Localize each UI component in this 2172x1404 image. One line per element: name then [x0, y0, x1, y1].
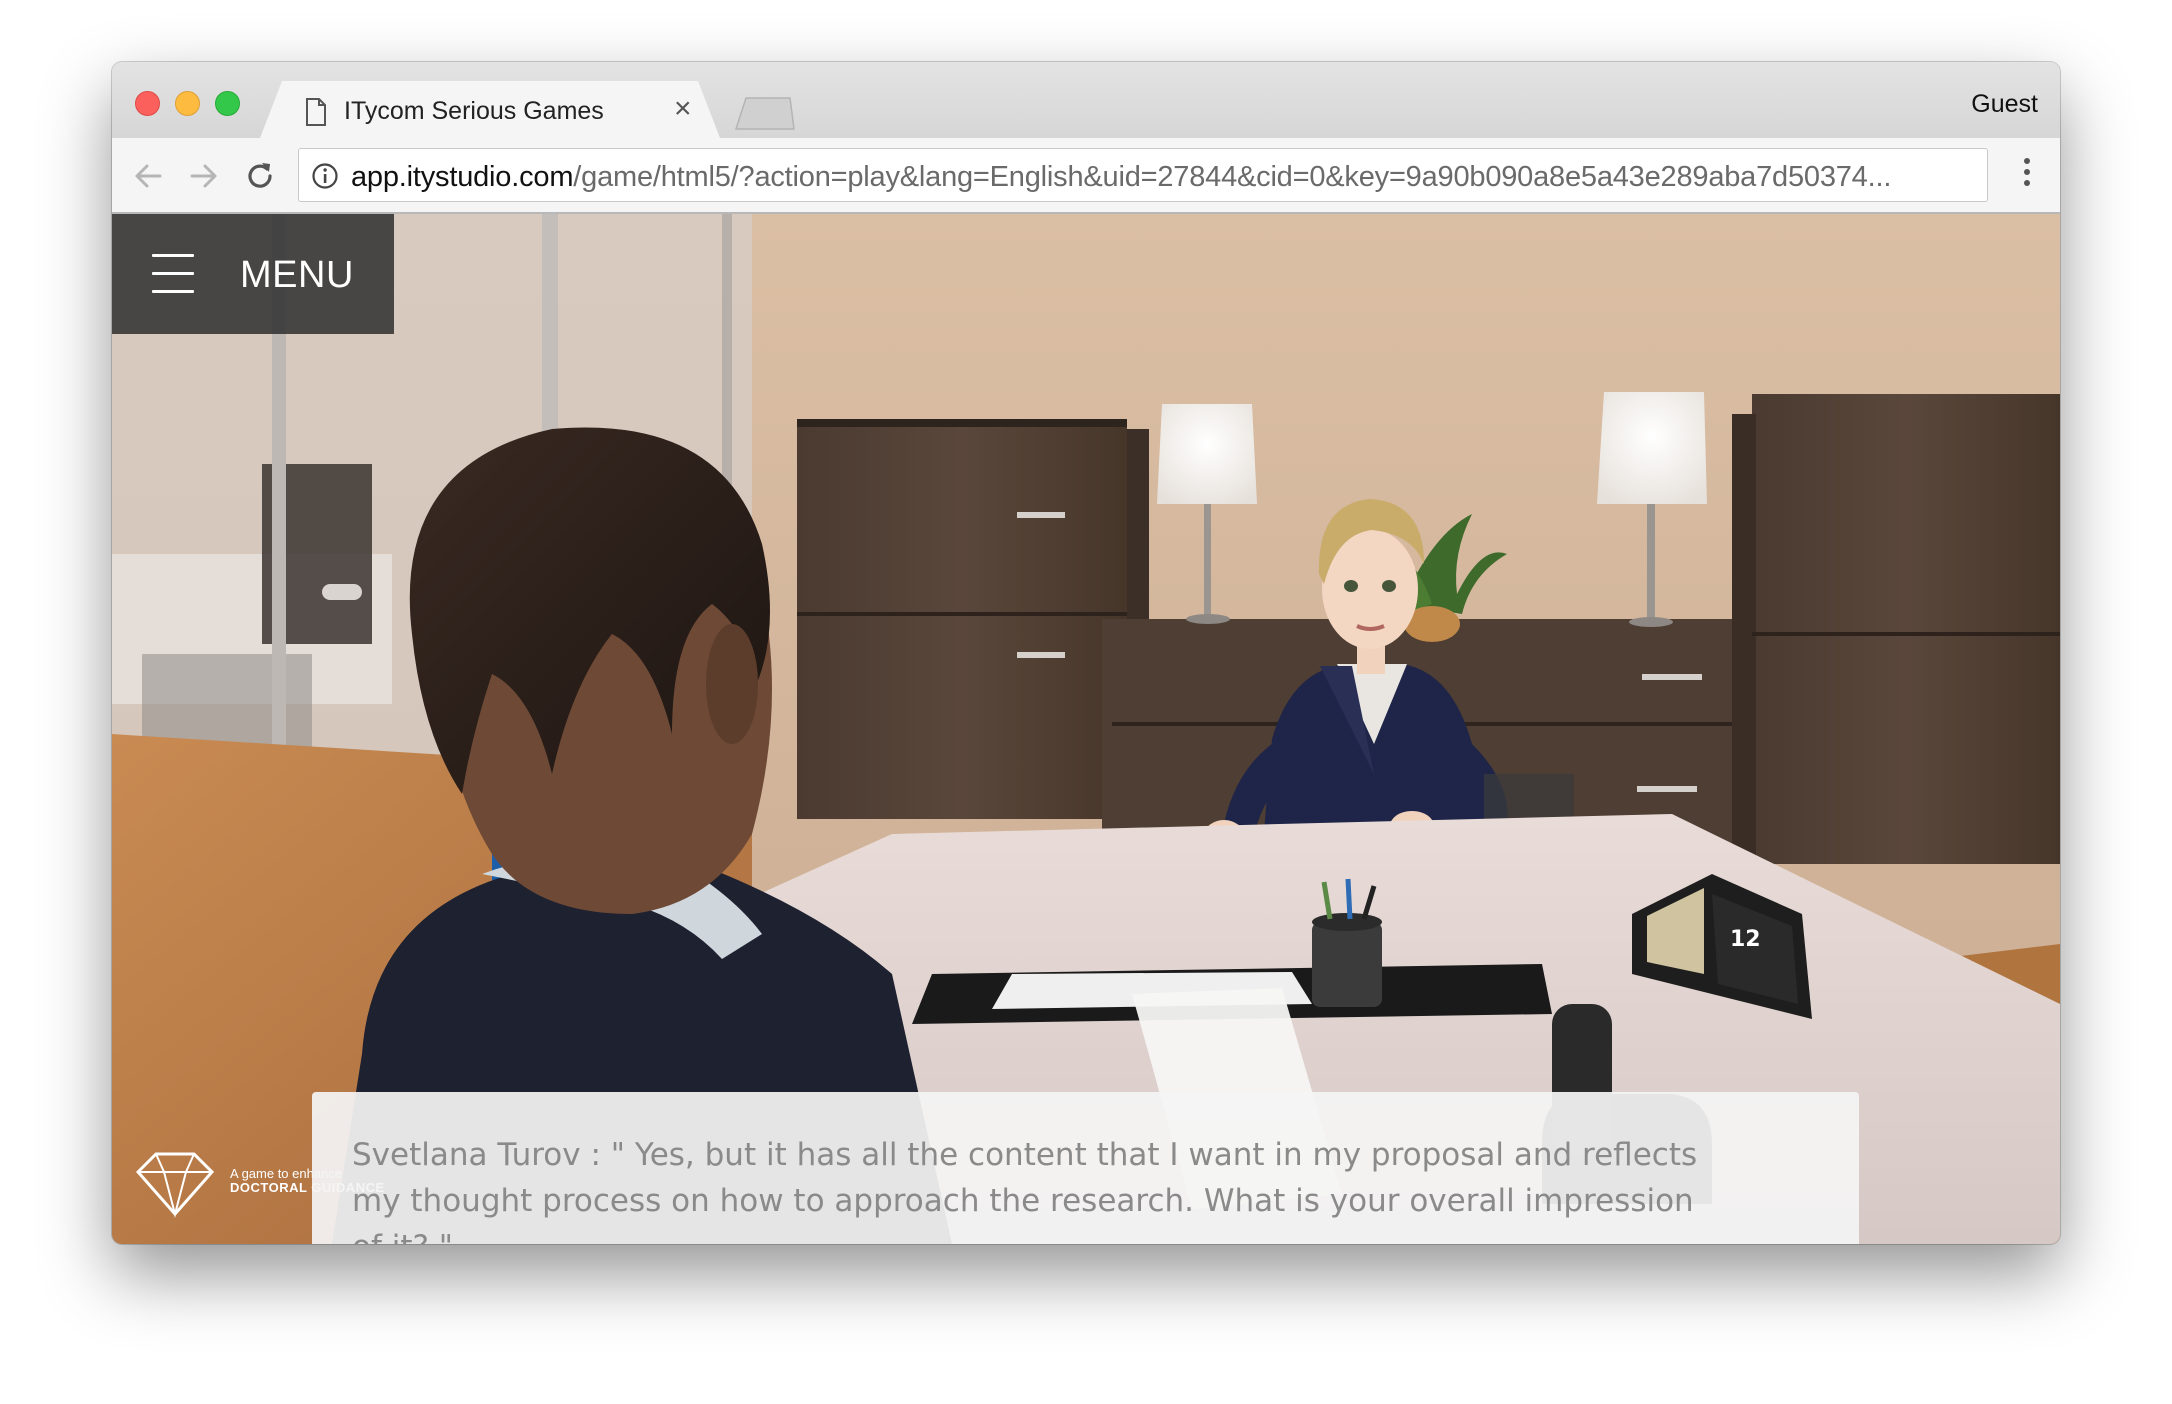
game-viewport[interactable]: 12 MENU A game to enhance DOCTORAL GUIDA… — [112, 214, 2060, 1244]
dialogue-text: Svetlana Turov : " Yes, but it has all t… — [352, 1137, 1698, 1244]
document-icon — [306, 98, 326, 126]
office-scene-image: 12 — [112, 214, 2060, 1244]
browser-menu-icon[interactable] — [2022, 158, 2032, 194]
profile-label[interactable]: Guest — [1971, 90, 2038, 119]
new-tab-button[interactable] — [732, 96, 796, 130]
close-window-button[interactable] — [135, 91, 160, 116]
browser-toolbar: app.itystudio.com/game/html5/?action=pla… — [112, 138, 2060, 214]
url-host: app.itystudio.com — [351, 161, 574, 193]
back-arrow-icon[interactable] — [130, 158, 166, 194]
zoom-window-button[interactable] — [215, 91, 240, 116]
tab-strip: ITycom Serious Games × Guest — [112, 62, 2060, 138]
dialogue-box[interactable]: Svetlana Turov : " Yes, but it has all t… — [312, 1092, 1859, 1244]
reload-icon[interactable] — [242, 158, 278, 194]
browser-tab[interactable]: ITycom Serious Games × — [260, 81, 720, 138]
svg-text:12: 12 — [1730, 927, 1761, 952]
browser-window: ITycom Serious Games × Guest app.itystud… — [112, 62, 2060, 1244]
info-icon[interactable] — [311, 162, 339, 190]
address-bar[interactable]: app.itystudio.com/game/html5/?action=pla… — [298, 148, 1988, 202]
tab-title: ITycom Serious Games — [344, 97, 604, 125]
menu-button[interactable]: MENU — [112, 214, 394, 334]
diamond-logo-icon — [135, 1152, 215, 1218]
minimize-window-button[interactable] — [175, 91, 200, 116]
url-path: /game/html5/?action=play&lang=English&ui… — [573, 161, 1892, 193]
url-text: app.itystudio.com/game/html5/?action=pla… — [351, 161, 1891, 194]
forward-arrow-icon[interactable] — [186, 158, 222, 194]
tab-close-icon[interactable]: × — [674, 94, 692, 124]
menu-label: MENU — [240, 254, 354, 296]
hamburger-icon — [152, 254, 194, 296]
